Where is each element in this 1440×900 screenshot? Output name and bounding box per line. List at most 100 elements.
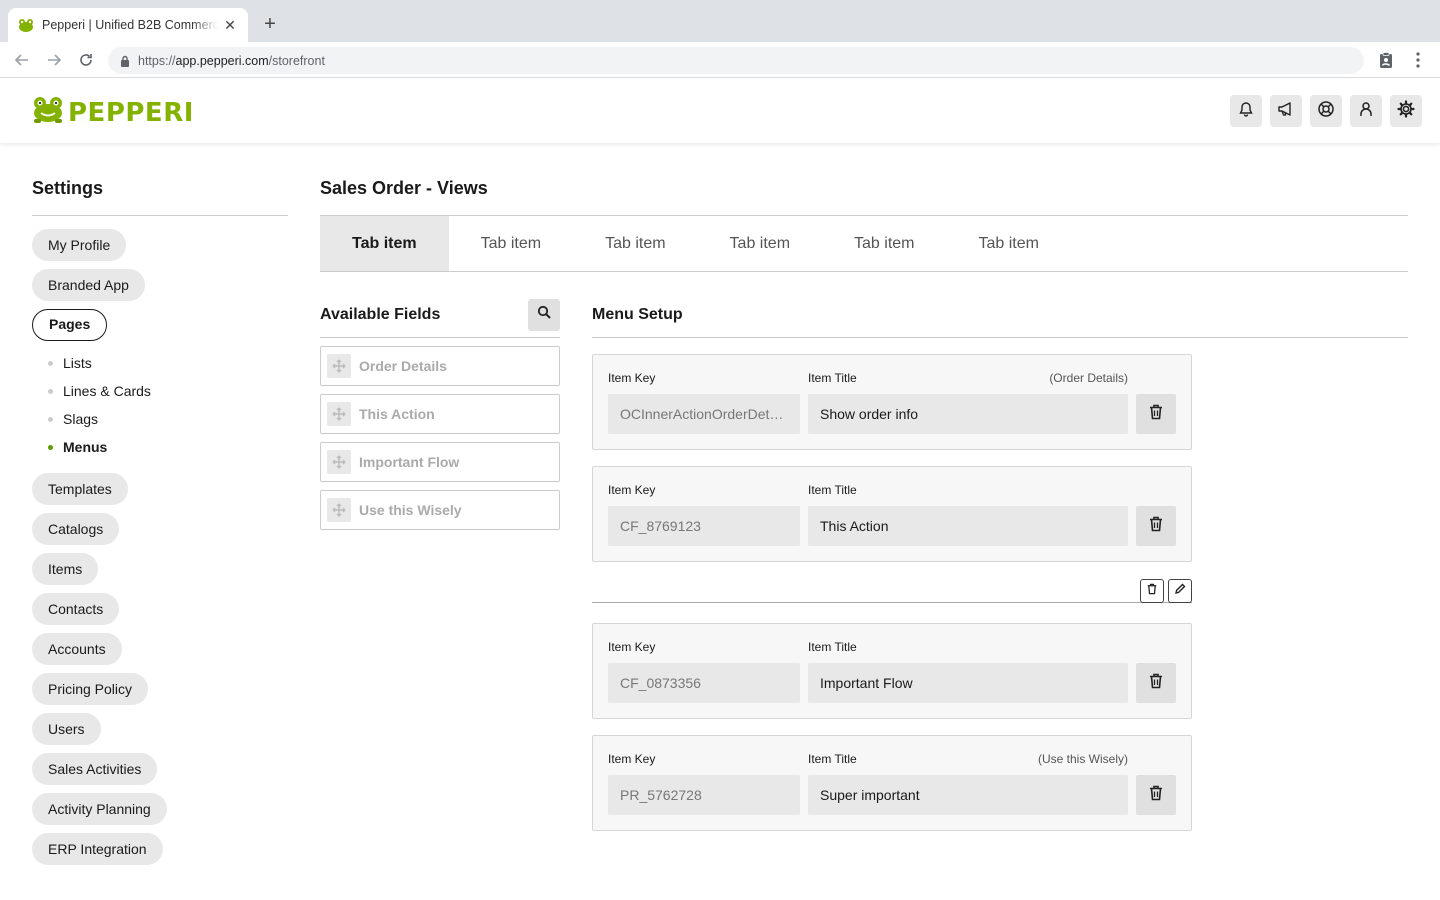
browser-tab[interactable]: Pepperi | Unified B2B Commerce ✕	[8, 8, 248, 42]
clipboard-extension-icon[interactable]	[1376, 50, 1396, 70]
available-field[interactable]: This Action	[320, 394, 560, 434]
settings-sidebar: Settings My Profile Branded App Pages Li…	[32, 176, 288, 873]
bullet-icon	[48, 360, 53, 366]
notifications-button[interactable]	[1230, 95, 1262, 127]
delete-group-button[interactable]	[1140, 579, 1164, 603]
item-title-input[interactable]: Important Flow	[808, 663, 1128, 703]
profile-button[interactable]	[1350, 95, 1382, 127]
pencil-icon	[1174, 582, 1186, 600]
item-key-input[interactable]: PR_5762728	[608, 775, 800, 815]
reload-icon[interactable]	[74, 48, 98, 72]
search-icon	[537, 305, 551, 324]
bell-icon	[1238, 101, 1254, 122]
tab-3[interactable]: Tab item	[573, 216, 697, 271]
available-field-label: Use this Wisely	[359, 502, 462, 518]
submenu-item-lines-cards[interactable]: Lines & Cards	[48, 377, 288, 405]
url-field[interactable]: https://app.pepperi.com/storefront	[108, 47, 1364, 74]
forward-icon[interactable]	[42, 48, 66, 72]
sidebar-item-contacts[interactable]: Contacts	[32, 593, 288, 633]
trash-icon	[1149, 404, 1163, 425]
sidebar-item-my-profile[interactable]: My Profile	[32, 229, 288, 269]
tab-6[interactable]: Tab item	[946, 216, 1070, 271]
trash-icon	[1147, 582, 1157, 600]
header-actions	[1230, 95, 1422, 127]
sidebar-item-label[interactable]: Pages	[32, 309, 108, 341]
sidebar-item-label[interactable]: Items	[32, 553, 99, 585]
browser-menu-icon[interactable]	[1408, 50, 1428, 70]
available-fields-header: Available Fields	[320, 298, 560, 338]
help-button[interactable]	[1310, 95, 1342, 127]
user-icon	[1358, 101, 1374, 122]
item-key-input[interactable]: OCInnerActionOrderDetails	[608, 394, 800, 434]
delete-item-button[interactable]	[1136, 394, 1176, 434]
sidebar-item-pricing-policy[interactable]: Pricing Policy	[32, 673, 288, 713]
submenu-item-lists[interactable]: Lists	[48, 349, 288, 377]
sidebar-item-label[interactable]: Users	[32, 713, 101, 745]
available-field-label: Important Flow	[359, 454, 460, 470]
delete-item-button[interactable]	[1136, 506, 1176, 546]
sidebar-item-items[interactable]: Items	[32, 553, 288, 593]
sidebar-item-label[interactable]: Activity Planning	[32, 793, 167, 825]
settings-button[interactable]	[1390, 95, 1422, 127]
item-title-input[interactable]: This Action	[808, 506, 1128, 546]
menu-item-card: Item Key Item Title (Use this Wisely) PR…	[592, 735, 1192, 831]
available-fields-panel: Available Fields Order Details This Acti…	[320, 298, 560, 530]
sidebar-item-label[interactable]: ERP Integration	[32, 833, 163, 865]
drag-handle-icon[interactable]	[327, 498, 351, 522]
menu-setup-header: Menu Setup	[592, 298, 1408, 338]
announcements-button[interactable]	[1270, 95, 1302, 127]
sidebar-item-erp-integration[interactable]: ERP Integration	[32, 833, 288, 873]
submenu-item-slags[interactable]: Slags	[48, 405, 288, 433]
trash-icon	[1149, 516, 1163, 537]
sidebar-item-templates[interactable]: Templates	[32, 473, 288, 513]
delete-item-button[interactable]	[1136, 663, 1176, 703]
back-icon[interactable]	[10, 48, 34, 72]
submenu-item-label: Slags	[63, 411, 99, 427]
sidebar-item-label[interactable]: Accounts	[32, 633, 122, 665]
sidebar-item-label[interactable]: Catalogs	[32, 513, 120, 545]
tab-2[interactable]: Tab item	[449, 216, 573, 271]
item-title-input[interactable]: Super important	[808, 775, 1128, 815]
tab-4[interactable]: Tab item	[698, 216, 822, 271]
item-title-input[interactable]: Show order info	[808, 394, 1128, 434]
close-tab-icon[interactable]: ✕	[222, 17, 238, 34]
drag-handle-icon[interactable]	[327, 402, 351, 426]
item-key-input[interactable]: CF_0873356	[608, 663, 800, 703]
sidebar-item-branded-app[interactable]: Branded App	[32, 269, 288, 309]
field-source-hint: (Order Details)	[1049, 371, 1128, 385]
drag-handle-icon[interactable]	[327, 354, 351, 378]
item-key-input[interactable]: CF_8769123	[608, 506, 800, 546]
delete-item-button[interactable]	[1136, 775, 1176, 815]
available-field[interactable]: Important Flow	[320, 442, 560, 482]
bullet-icon	[48, 388, 53, 394]
field-source-hint: (Use this Wisely)	[1037, 752, 1128, 766]
sidebar-item-label[interactable]: Templates	[32, 473, 128, 505]
drag-handle-icon[interactable]	[327, 450, 351, 474]
sidebar-item-sales-activities[interactable]: Sales Activities	[32, 753, 288, 793]
pepperi-logo[interactable]: PEPPERI	[32, 96, 194, 129]
available-field[interactable]: Use this Wisely	[320, 490, 560, 530]
app-header: PEPPERI	[0, 79, 1440, 143]
tab-1[interactable]: Tab item	[320, 216, 449, 271]
sidebar-item-users[interactable]: Users	[32, 713, 288, 753]
search-fields-button[interactable]	[528, 298, 560, 331]
address-bar: https://app.pepperi.com/storefront	[0, 42, 1440, 78]
sidebar-item-label[interactable]: Sales Activities	[32, 753, 158, 785]
sidebar-item-catalogs[interactable]: Catalogs	[32, 513, 288, 553]
available-field[interactable]: Order Details	[320, 346, 560, 386]
tab-5[interactable]: Tab item	[822, 216, 946, 271]
available-field-label: Order Details	[359, 358, 447, 374]
submenu-item-label: Lists	[63, 355, 92, 371]
sidebar-item-activity-planning[interactable]: Activity Planning	[32, 793, 288, 833]
menu-item-card: Item Key Item Title CF_8769123 This Acti…	[592, 466, 1192, 562]
sidebar-item-pages[interactable]: Pages	[32, 309, 288, 349]
edit-group-button[interactable]	[1168, 579, 1192, 603]
sidebar-item-label[interactable]: Pricing Policy	[32, 673, 149, 705]
sidebar-item-label[interactable]: My Profile	[32, 229, 127, 261]
submenu-item-menus[interactable]: Menus	[48, 433, 288, 461]
new-tab-icon[interactable]: +	[258, 12, 282, 36]
sidebar-item-label[interactable]: Contacts	[32, 593, 120, 625]
item-title-label: Item Title	[808, 483, 857, 497]
sidebar-item-accounts[interactable]: Accounts	[32, 633, 288, 673]
sidebar-item-label[interactable]: Branded App	[32, 269, 145, 301]
